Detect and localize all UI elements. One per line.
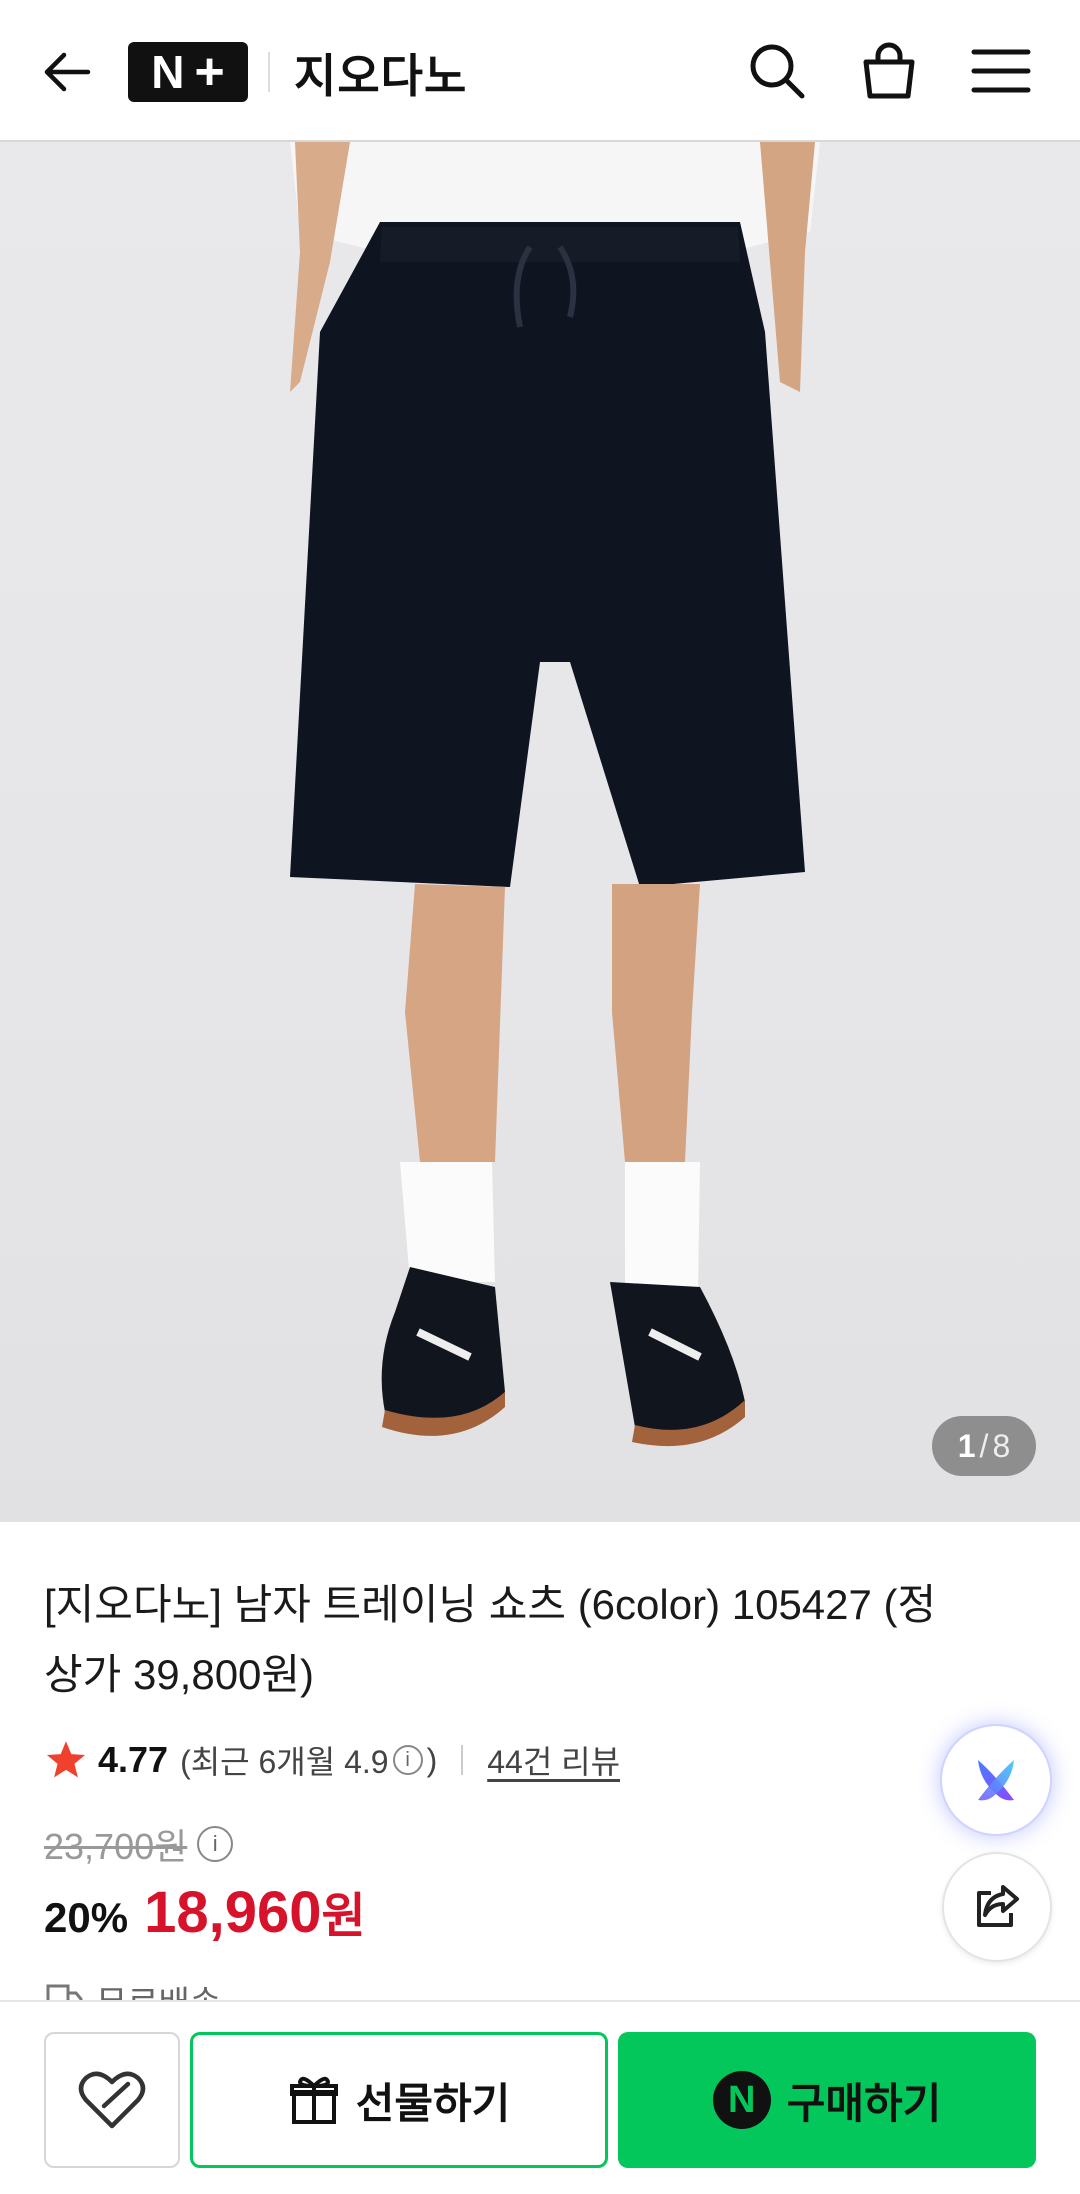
gift-icon (289, 2076, 338, 2124)
search-button[interactable] (744, 38, 810, 104)
ai-sparkle-icon (978, 1760, 1014, 1801)
search-icon (750, 44, 805, 99)
gift-button[interactable]: 선물하기 (190, 2032, 608, 2168)
heart-icon (78, 2071, 146, 2129)
wishlist-button[interactable] (44, 2032, 180, 2168)
price-info-icon[interactable]: i (197, 1826, 234, 1862)
discount-rate: 20% (44, 1894, 129, 1941)
image-counter: 1 / 8 (932, 1416, 1036, 1476)
gift-label: 선물하기 (355, 2079, 511, 2127)
share-icon (977, 1885, 1019, 1927)
naver-pay-icon: N (712, 2071, 771, 2129)
sale-price-currency: 원 (321, 1890, 366, 1943)
logo-plus: + (194, 43, 225, 101)
recent-rating-close: ) (426, 1741, 438, 1778)
original-price: 23,700원 i (44, 1818, 237, 1870)
hamburger-menu-icon (971, 49, 1031, 93)
price-row: 20% 18,960 원 (44, 1876, 366, 1946)
back-button[interactable] (38, 42, 98, 102)
original-price-value: 23,700원 (44, 1826, 188, 1867)
product-photo-shorts (290, 142, 820, 1447)
buy-label: 구매하기 (786, 2079, 942, 2127)
ai-assistant-button[interactable] (940, 1724, 1052, 1836)
share-button[interactable] (942, 1852, 1052, 1962)
info-icon[interactable]: i (392, 1745, 423, 1775)
product-title: [지오다노] 남자 트레이닝 쇼츠 (6color) 105427 (정상가 3… (44, 1581, 937, 1698)
rating-score: 4.77 (98, 1739, 169, 1780)
sale-price: 18,960 (144, 1880, 322, 1945)
image-index: 1 (957, 1427, 976, 1464)
buy-button[interactable]: N 구매하기 (618, 2032, 1036, 2168)
app-header: N + 지오다노 (0, 0, 1080, 142)
product-image[interactable]: 1 / 8 (0, 142, 1080, 1522)
image-total: 8 (992, 1427, 1011, 1464)
image-counter-separator: / (979, 1427, 989, 1464)
header-divider (268, 52, 270, 92)
arrow-left-icon (44, 52, 91, 92)
logo-letter: N (151, 46, 185, 98)
shopping-bag-icon (863, 42, 915, 99)
nplus-logo[interactable]: N + (128, 42, 248, 102)
purchase-bar: 선물하기 N 구매하기 (0, 2000, 1080, 2194)
review-count-link[interactable]: 44건 리뷰 (487, 1737, 620, 1783)
menu-button[interactable] (968, 38, 1034, 104)
star-icon (46, 1741, 86, 1778)
recent-rating-text: (최근 6개월 4.9 (180, 1744, 389, 1780)
rating-row: 4.77 (최근 6개월 4.9 i ) 44건 리뷰 (44, 1734, 620, 1786)
rating-divider (461, 1745, 464, 1775)
store-name[interactable]: 지오다노 (294, 40, 467, 106)
shopping-bag-button[interactable] (856, 38, 922, 104)
